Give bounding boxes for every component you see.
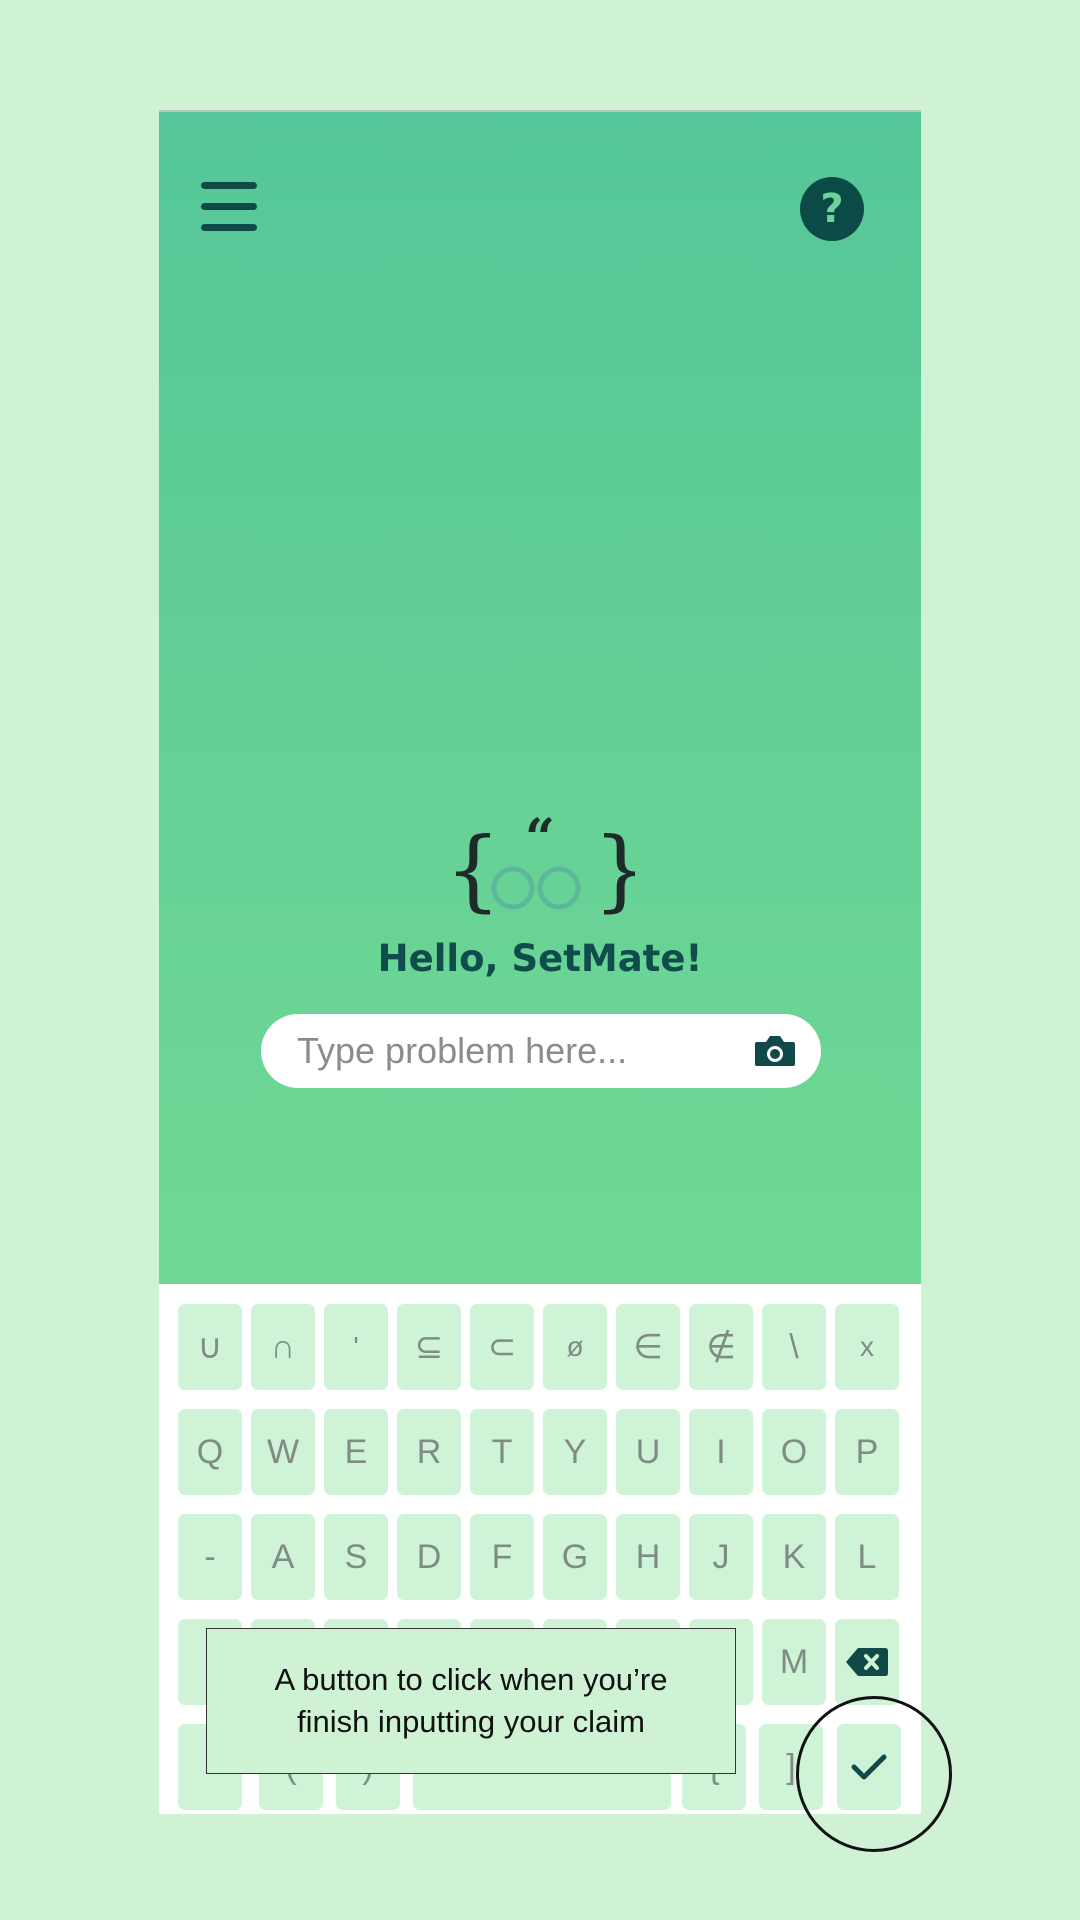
backspace-icon — [846, 1648, 888, 1676]
key-a[interactable]: A — [251, 1514, 315, 1600]
svg-text:}: } — [593, 818, 635, 921]
key-s[interactable]: S — [324, 1514, 388, 1600]
key-d[interactable]: D — [397, 1514, 461, 1600]
svg-text:{: { — [445, 818, 501, 921]
setmate-logo: { } “ — [445, 816, 635, 921]
greeting-title: Hello, SetMate! — [377, 937, 703, 980]
phone-screen: ? { } “ Hello, SetMate! ∪ ∩ ' ⊆ ⊂ ø — [159, 110, 921, 1814]
key-f[interactable]: F — [470, 1514, 534, 1600]
keyboard-row-symbols: ∪ ∩ ' ⊆ ⊂ ø ∈ ∉ \ x — [159, 1304, 921, 1390]
help-button[interactable]: ? — [800, 177, 864, 241]
tooltip-line-2: finish inputting your claim — [296, 1704, 646, 1739]
question-mark-icon: ? — [820, 186, 844, 232]
key-subset-equal[interactable]: ⊆ — [397, 1304, 461, 1390]
key-i[interactable]: I — [689, 1409, 753, 1495]
key-w[interactable]: W — [251, 1409, 315, 1495]
key-empty-set[interactable]: ø — [543, 1304, 607, 1390]
key-t[interactable]: T — [470, 1409, 534, 1495]
problem-input[interactable] — [297, 1024, 737, 1078]
key-j[interactable]: J — [689, 1514, 753, 1600]
tooltip-line-1: A button to click when you’re — [274, 1662, 668, 1697]
keyboard-row-asdf: - A S D F G H J K L — [159, 1514, 921, 1600]
key-cross-product[interactable]: x — [835, 1304, 899, 1390]
key-y[interactable]: Y — [543, 1409, 607, 1495]
key-k[interactable]: K — [762, 1514, 826, 1600]
backspace-key[interactable] — [835, 1619, 899, 1705]
svg-text:“: “ — [525, 816, 555, 869]
key-not-element-of[interactable]: ∉ — [689, 1304, 753, 1390]
key-union[interactable]: ∪ — [178, 1304, 242, 1390]
keyboard-row-qwerty: Q W E R T Y U I O P — [159, 1409, 921, 1495]
key-g[interactable]: G — [543, 1514, 607, 1600]
key-p[interactable]: P — [835, 1409, 899, 1495]
problem-search-box — [261, 1014, 821, 1088]
key-intersection[interactable]: ∩ — [251, 1304, 315, 1390]
app-header-area: ? { } “ Hello, SetMate! — [159, 112, 921, 1284]
key-o[interactable]: O — [762, 1409, 826, 1495]
key-e[interactable]: E — [324, 1409, 388, 1495]
key-subset[interactable]: ⊂ — [470, 1304, 534, 1390]
key-minus[interactable]: - — [178, 1514, 242, 1600]
hamburger-menu-icon[interactable] — [201, 182, 257, 232]
key-r[interactable]: R — [397, 1409, 461, 1495]
key-u[interactable]: U — [616, 1409, 680, 1495]
camera-icon[interactable] — [753, 1034, 797, 1068]
key-l[interactable]: L — [835, 1514, 899, 1600]
key-element-of[interactable]: ∈ — [616, 1304, 680, 1390]
key-h[interactable]: H — [616, 1514, 680, 1600]
key-q[interactable]: Q — [178, 1409, 242, 1495]
key-m[interactable]: M — [762, 1619, 826, 1705]
annotation-tooltip: A button to click when you’re finish inp… — [206, 1628, 736, 1774]
key-set-difference[interactable]: \ — [762, 1304, 826, 1390]
submit-highlight-circle — [796, 1696, 952, 1852]
key-complement[interactable]: ' — [324, 1304, 388, 1390]
